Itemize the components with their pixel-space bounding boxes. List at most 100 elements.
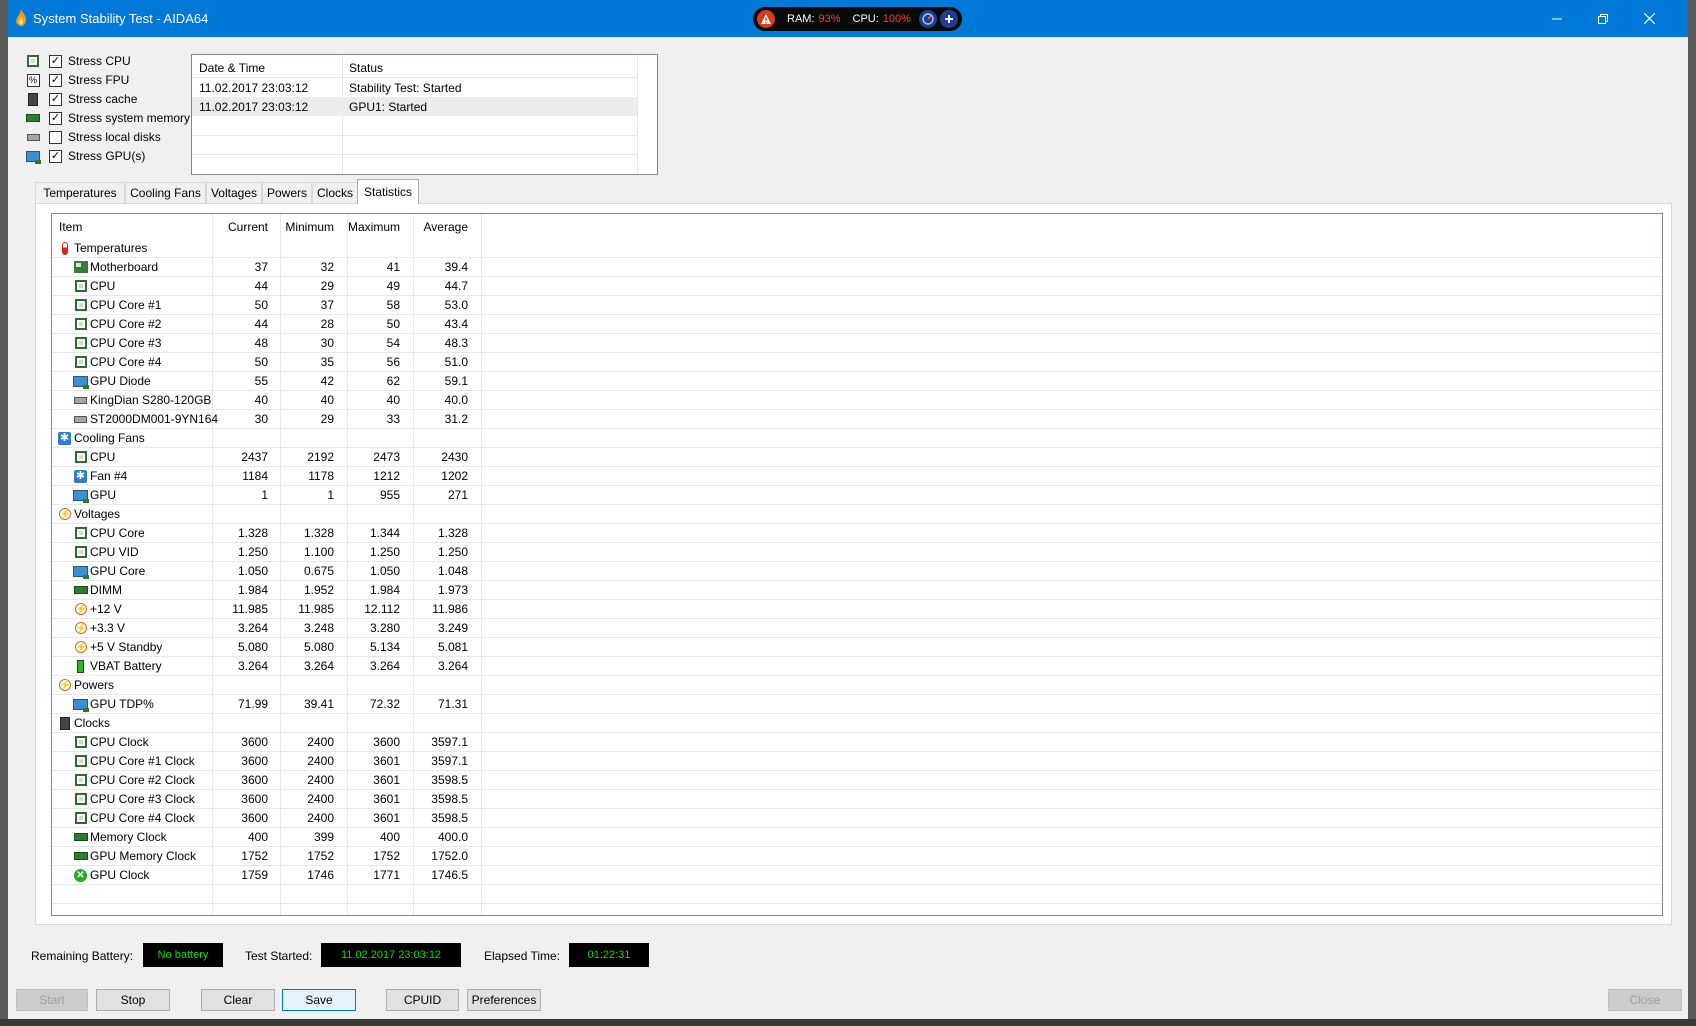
grid-header-maximum[interactable]: Maximum	[340, 214, 400, 239]
stress-option[interactable]: Stress local disks	[26, 128, 161, 146]
grid-row[interactable]: ⚡ +3.3 V 3.264 3.248 3.280 3.249	[52, 619, 1662, 638]
row-icon-wrap	[73, 526, 88, 540]
stress-option[interactable]: ✓ Stress CPU	[26, 52, 131, 70]
preferences-button[interactable]: Preferences	[467, 989, 541, 1011]
tab-statistics[interactable]: Statistics	[357, 179, 419, 204]
grid-row[interactable]: ST2000DM001-9YN164 30 29 33 31.2	[52, 410, 1662, 429]
grid-row[interactable]: CPU 2437 2192 2473 2430	[52, 448, 1662, 467]
start-button[interactable]: Start	[16, 989, 88, 1011]
value-min: 3.248	[303, 621, 334, 635]
alert-icon[interactable]	[757, 10, 775, 28]
grid-row[interactable]: CPU Clock 3600 2400 3600 3597.1	[52, 733, 1662, 752]
tab-cooling-fans[interactable]: Cooling Fans	[125, 182, 206, 203]
value-min: 28	[320, 317, 334, 331]
grid-row[interactable]: ✕ GPU Clock 1759 1746 1771 1746.5	[52, 866, 1662, 885]
grid-row[interactable]: CPU Core #4 50 35 56 51.0	[52, 353, 1662, 372]
stress-checkbox[interactable]: ✓	[49, 73, 62, 87]
grid-group-row[interactable]: Temperatures	[52, 239, 1662, 258]
restore-button[interactable]	[1580, 0, 1626, 37]
value-cur: 1184	[242, 469, 268, 483]
grid-header-minimum[interactable]: Minimum	[274, 214, 334, 239]
event-log-table[interactable]: Date & Time Status 11.02.2017 23:03:12 S…	[191, 54, 658, 175]
tab-voltages[interactable]: Voltages	[206, 182, 262, 203]
stress-checkbox[interactable]	[49, 130, 62, 144]
grid-row[interactable]: KingDian S280-120GB 40 40 40 40.0	[52, 391, 1662, 410]
value-max: 1752	[373, 849, 400, 863]
grid-row[interactable]: GPU Diode 55 42 62 59.1	[52, 372, 1662, 391]
log-header-datetime[interactable]: Date & Time	[199, 61, 265, 75]
grid-row[interactable]: ⚡ +12 V 11.985 11.985 12.112 11.986	[52, 600, 1662, 619]
grid-row[interactable]: VBAT Battery 3.264 3.264 3.264 3.264	[52, 657, 1662, 676]
stress-checkbox[interactable]: ✓	[49, 54, 62, 68]
cpu-chip-icon	[74, 793, 87, 805]
log-header-status[interactable]: Status	[349, 61, 383, 75]
value-max: 5.134	[369, 640, 400, 654]
stress-checkbox[interactable]: ✓	[49, 111, 62, 125]
log-row[interactable]: 11.02.2017 23:03:12 Stability Test: Star…	[192, 78, 637, 97]
tab-clocks[interactable]: Clocks	[312, 182, 358, 203]
grid-row[interactable]: CPU Core 1.328 1.328 1.344 1.328	[52, 524, 1662, 543]
stress-option[interactable]: ✓ Stress cache	[26, 90, 137, 108]
grid-row[interactable]: CPU 44 29 49 44.7	[52, 277, 1662, 296]
grid-row[interactable]: GPU Memory Clock 1752 1752 1752 1752.0	[52, 847, 1662, 866]
grid-row[interactable]: CPU Core #4 Clock 3600 2400 3601 3598.5	[52, 809, 1662, 828]
grid-row[interactable]: CPU Core #2 44 28 50 43.4	[52, 315, 1662, 334]
stop-button[interactable]: Stop	[96, 989, 170, 1011]
grid-row[interactable]: GPU TDP% 71.99 39.41 72.32 71.31	[52, 695, 1662, 714]
voltage-icon: ⚡	[74, 641, 87, 653]
minimize-button[interactable]	[1534, 0, 1580, 37]
grid-header-current[interactable]: Current	[212, 214, 268, 239]
stress-option[interactable]: % ✓ Stress FPU	[26, 71, 129, 89]
tab-powers[interactable]: Powers	[262, 182, 312, 203]
stress-option[interactable]: ✓ Stress GPU(s)	[26, 147, 145, 165]
clear-button[interactable]: Clear	[201, 989, 275, 1011]
grid-row[interactable]: ⚡ +5 V Standby 5.080 5.080 5.134 5.081	[52, 638, 1662, 657]
item-name: CPU	[90, 450, 116, 464]
add-icon[interactable]	[939, 10, 958, 28]
grid-row[interactable]: Motherboard 37 32 41 39.4	[52, 258, 1662, 277]
gauge-icon[interactable]	[918, 10, 937, 28]
grid-group-row[interactable]: Clocks	[52, 714, 1662, 733]
stress-option[interactable]: ✓ Stress system memory	[26, 109, 190, 127]
grid-row[interactable]: Memory Clock 400 399 400 400.0	[52, 828, 1662, 847]
grid-header-item[interactable]: Item	[59, 214, 82, 239]
value-max: 3.280	[369, 621, 400, 635]
grid-group-row[interactable]: ⚡ Powers	[52, 676, 1662, 695]
grid-row[interactable]: CPU VID 1.250 1.100 1.250 1.250	[52, 543, 1662, 562]
gpu-icon	[73, 565, 89, 579]
grid-row[interactable]: CPU Core #3 48 30 54 48.3	[52, 334, 1662, 353]
log-row-empty	[192, 135, 637, 155]
grid-row[interactable]: CPU Core #2 Clock 3600 2400 3601 3598.5	[52, 771, 1662, 790]
value-min: 2192	[307, 450, 334, 464]
grid-group-row[interactable]: ✱ Cooling Fans	[52, 429, 1662, 448]
grid-group-row[interactable]: ⚡ Voltages	[52, 505, 1662, 524]
row-icon-wrap	[57, 241, 72, 255]
close-window-button[interactable]	[1626, 0, 1672, 37]
value-max: 50	[386, 317, 400, 331]
stress-checkbox[interactable]: ✓	[49, 92, 62, 106]
tab-temperatures[interactable]: Temperatures	[35, 182, 125, 203]
log-row[interactable]: 11.02.2017 23:03:12 GPU1: Started	[192, 97, 637, 116]
stress-option-label: Stress GPU(s)	[68, 149, 146, 163]
value-max: 49	[386, 279, 400, 293]
close-button[interactable]: Close	[1608, 989, 1682, 1011]
stress-icon-wrap	[26, 92, 40, 106]
group-label: Clocks	[74, 716, 111, 730]
title-bar[interactable]: System Stability Test - AIDA64 RAM: 93% …	[8, 0, 1688, 37]
stress-checkbox[interactable]: ✓	[49, 149, 62, 163]
statistics-grid[interactable]: Item Current Minimum Maximum Average Tem…	[51, 213, 1663, 916]
cpuid-button[interactable]: CPUID	[386, 989, 459, 1011]
grid-row[interactable]: ✱ Fan #4 1184 1178 1212 1202	[52, 467, 1662, 486]
ram-usage-value: 93%	[818, 13, 841, 25]
grid-row[interactable]: GPU Core 1.050 0.675 1.050 1.048	[52, 562, 1662, 581]
grid-row[interactable]: CPU Core #1 Clock 3600 2400 3601 3597.1	[52, 752, 1662, 771]
value-cur: 5.080	[237, 640, 268, 654]
grid-row[interactable]: CPU Core #1 50 37 58 53.0	[52, 296, 1662, 315]
grid-row[interactable]: CPU Core #3 Clock 3600 2400 3601 3598.5	[52, 790, 1662, 809]
grid-row[interactable]: DIMM 1.984 1.952 1.984 1.973	[52, 581, 1662, 600]
value-max: 58	[386, 298, 400, 312]
save-button[interactable]: Save	[282, 989, 356, 1011]
group-label: Temperatures	[74, 241, 148, 255]
grid-row[interactable]: GPU 1 1 955 271	[52, 486, 1662, 505]
value-cur: 30	[254, 412, 268, 426]
